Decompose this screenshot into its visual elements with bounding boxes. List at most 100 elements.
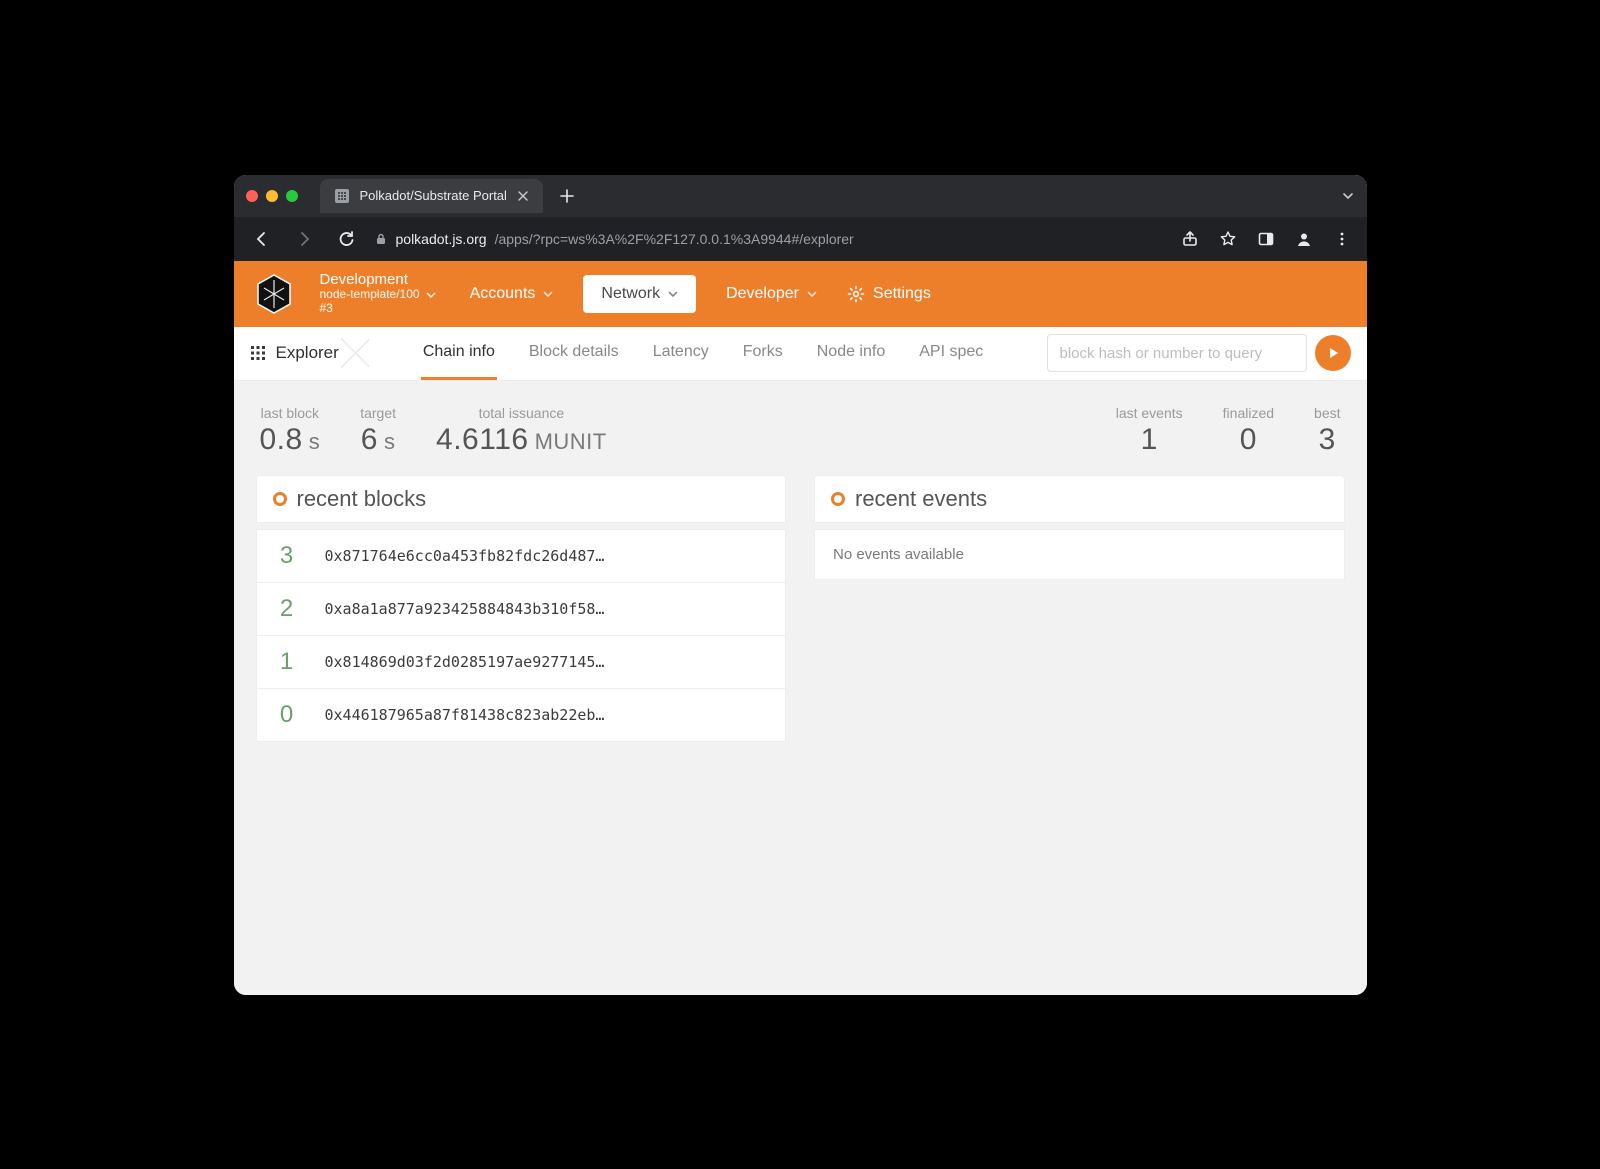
block-row[interactable]: 3 0x871764e6cc0a453fb82fdc26d487… bbox=[256, 529, 787, 583]
menu-label: Accounts bbox=[470, 285, 536, 303]
recent-blocks-panel: recent blocks 3 0x871764e6cc0a453fb82fdc… bbox=[256, 475, 787, 742]
addressbar-right-icons bbox=[1179, 228, 1353, 250]
panel-body: No events available bbox=[814, 529, 1345, 580]
breadcrumb[interactable]: Explorer bbox=[250, 343, 369, 363]
stat-value: 4.6116 bbox=[436, 423, 529, 457]
close-tab-icon[interactable] bbox=[517, 190, 529, 202]
block-number: 0 bbox=[273, 701, 301, 729]
block-number: 2 bbox=[273, 595, 301, 623]
tab-block-details[interactable]: Block details bbox=[527, 327, 621, 380]
stat-unit: s bbox=[309, 429, 321, 455]
browser-tab[interactable]: Polkadot/Substrate Portal bbox=[320, 179, 543, 213]
chevron-down-icon bbox=[807, 289, 817, 299]
maximize-window-button[interactable] bbox=[286, 190, 298, 202]
tab-api-spec[interactable]: API spec bbox=[917, 327, 985, 380]
menu-label: Settings bbox=[873, 285, 931, 303]
block-hash: 0x871764e6cc0a453fb82fdc26d487… bbox=[325, 547, 605, 565]
block-hash: 0xa8a1a877a923425884843b310f58… bbox=[325, 600, 605, 618]
chain-logo-icon[interactable] bbox=[252, 272, 296, 316]
recent-events-panel: recent events No events available bbox=[814, 475, 1345, 742]
stat-finalized: finalized 0 bbox=[1223, 405, 1274, 457]
stat-last-events: last events 1 bbox=[1116, 405, 1183, 457]
forward-button[interactable] bbox=[290, 225, 318, 253]
window-controls bbox=[246, 190, 298, 202]
search-input[interactable] bbox=[1047, 334, 1307, 372]
chain-sub: node-template/100 bbox=[320, 288, 420, 302]
tab-label: Block details bbox=[529, 343, 619, 361]
block-search bbox=[1047, 334, 1351, 372]
menu-label: Developer bbox=[726, 285, 799, 303]
bullet-icon bbox=[831, 492, 845, 506]
share-icon[interactable] bbox=[1179, 228, 1201, 250]
chevron-down-icon bbox=[426, 290, 436, 300]
stat-value: 3 bbox=[1319, 423, 1336, 457]
tab-title: Polkadot/Substrate Portal bbox=[360, 188, 507, 203]
tab-chain-info[interactable]: Chain info bbox=[421, 327, 497, 380]
profile-icon[interactable] bbox=[1293, 228, 1315, 250]
panel-header: recent events bbox=[814, 475, 1345, 523]
sub-nav: Explorer Chain info Block details Latenc… bbox=[234, 327, 1367, 381]
block-row[interactable]: 1 0x814869d03f2d0285197ae9277145… bbox=[256, 636, 787, 689]
stats-row: last block 0.8s target 6s total issuance… bbox=[256, 399, 1345, 475]
panel-header: recent blocks bbox=[256, 475, 787, 523]
bullet-icon bbox=[273, 492, 287, 506]
search-go-button[interactable] bbox=[1315, 335, 1351, 371]
stat-value: 6 bbox=[361, 423, 378, 457]
favicon-icon bbox=[334, 188, 350, 204]
chevron-down-icon bbox=[668, 289, 678, 299]
stat-label: total issuance bbox=[479, 405, 565, 421]
tab-label: Chain info bbox=[423, 343, 495, 361]
tab-node-info[interactable]: Node info bbox=[815, 327, 888, 380]
menu-network[interactable]: Network bbox=[583, 275, 696, 313]
tab-label: Latency bbox=[653, 343, 709, 361]
browser-chrome: Polkadot/Substrate Portal polkadot.js.or… bbox=[234, 175, 1367, 261]
tab-latency[interactable]: Latency bbox=[651, 327, 711, 380]
panel-title: recent blocks bbox=[297, 486, 427, 512]
sub-tabs: Chain info Block details Latency Forks N… bbox=[421, 327, 985, 380]
tabs-chevron-down-icon[interactable] bbox=[1341, 189, 1355, 203]
new-tab-button[interactable] bbox=[553, 182, 581, 210]
chain-hash: #3 bbox=[320, 302, 333, 316]
kebab-menu-icon[interactable] bbox=[1331, 228, 1353, 250]
block-number: 1 bbox=[273, 648, 301, 676]
back-button[interactable] bbox=[248, 225, 276, 253]
stat-unit: MUNIT bbox=[535, 429, 607, 455]
browser-tabbar: Polkadot/Substrate Portal bbox=[234, 175, 1367, 217]
reload-button[interactable] bbox=[332, 225, 360, 253]
main-menu: Accounts Network Developer Settings bbox=[470, 275, 931, 313]
tab-label: API spec bbox=[919, 343, 983, 361]
menu-settings[interactable]: Settings bbox=[847, 285, 931, 303]
stat-label: target bbox=[360, 405, 396, 421]
menu-accounts[interactable]: Accounts bbox=[470, 285, 554, 303]
stat-label: finalized bbox=[1223, 405, 1274, 421]
stat-label: last block bbox=[261, 405, 319, 421]
close-window-button[interactable] bbox=[246, 190, 258, 202]
menu-developer[interactable]: Developer bbox=[726, 285, 817, 303]
stat-total-issuance: total issuance 4.6116MUNIT bbox=[436, 405, 607, 457]
chain-selector[interactable]: Development node-template/100 #3 bbox=[320, 271, 436, 316]
stat-best: best 3 bbox=[1314, 405, 1340, 457]
grid-icon bbox=[250, 345, 266, 361]
block-row[interactable]: 2 0xa8a1a877a923425884843b310f58… bbox=[256, 583, 787, 636]
stat-value: 0 bbox=[1240, 423, 1257, 457]
url-display[interactable]: polkadot.js.org/apps/?rpc=ws%3A%2F%2F127… bbox=[374, 231, 1165, 247]
browser-window: Polkadot/Substrate Portal polkadot.js.or… bbox=[234, 175, 1367, 995]
panels: recent blocks 3 0x871764e6cc0a453fb82fdc… bbox=[256, 475, 1345, 742]
panel-icon[interactable] bbox=[1255, 228, 1277, 250]
stat-value: 1 bbox=[1141, 423, 1158, 457]
stat-label: last events bbox=[1116, 405, 1183, 421]
app-header: Development node-template/100 #3 Account… bbox=[234, 261, 1367, 327]
url-path: /apps/?rpc=ws%3A%2F%2F127.0.0.1%3A9944#/… bbox=[495, 231, 854, 247]
block-hash: 0x446187965a87f81438c823ab22eb… bbox=[325, 706, 605, 724]
stat-target: target 6s bbox=[360, 405, 396, 457]
tab-label: Forks bbox=[743, 343, 783, 361]
tab-label: Node info bbox=[817, 343, 886, 361]
block-row[interactable]: 0 0x446187965a87f81438c823ab22eb… bbox=[256, 689, 787, 742]
play-icon bbox=[1326, 346, 1340, 360]
tab-forks[interactable]: Forks bbox=[741, 327, 785, 380]
block-hash: 0x814869d03f2d0285197ae9277145… bbox=[325, 653, 605, 671]
minimize-window-button[interactable] bbox=[266, 190, 278, 202]
stat-unit: s bbox=[384, 429, 396, 455]
star-icon[interactable] bbox=[1217, 228, 1239, 250]
block-number: 3 bbox=[273, 542, 301, 570]
